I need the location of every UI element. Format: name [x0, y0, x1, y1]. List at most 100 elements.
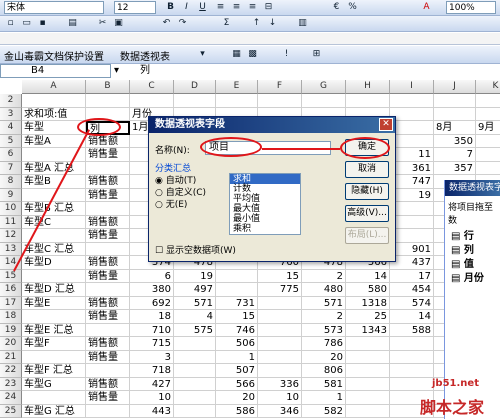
cell-i3[interactable] — [390, 107, 434, 121]
save-icon[interactable]: ▪ — [36, 17, 49, 30]
cell-f20[interactable] — [258, 337, 302, 351]
pivot-chart-icon[interactable]: ▦ — [230, 48, 243, 61]
cell-i7[interactable]: 361 — [390, 161, 434, 175]
cell-h18[interactable]: 25 — [346, 310, 390, 324]
cell-b8[interactable]: 销售额 — [86, 175, 130, 189]
row-header[interactable]: 22 — [0, 364, 22, 378]
cell-d22[interactable] — [174, 364, 216, 378]
sort-desc-icon[interactable]: ↓ — [266, 17, 279, 30]
column-header-f[interactable]: F — [258, 80, 302, 94]
function-option[interactable]: 最大值 — [230, 204, 300, 214]
cell-c25[interactable]: 443 — [130, 404, 174, 418]
cell-e21[interactable]: 1 — [216, 350, 258, 364]
radio-none[interactable]: ○ 无(E) — [155, 197, 187, 210]
cell-f21[interactable] — [258, 350, 302, 364]
cell-d23[interactable] — [174, 377, 216, 391]
field-item[interactable]: ▤ 值 — [445, 258, 500, 272]
cell-d21[interactable] — [174, 350, 216, 364]
cell-b16[interactable] — [86, 283, 130, 297]
column-header-g[interactable]: G — [302, 80, 346, 94]
cell-a24[interactable] — [22, 391, 86, 405]
row-header[interactable]: 7 — [0, 161, 22, 175]
cell-k5[interactable]: 35 — [476, 135, 500, 148]
cell-a10[interactable]: 车型B 汇总 — [22, 202, 86, 216]
cell-c15[interactable]: 6 — [130, 269, 174, 283]
align-center-icon[interactable]: ≡ — [230, 1, 243, 14]
cell-i12[interactable] — [390, 229, 434, 243]
cell-b6[interactable]: 销售量 — [86, 148, 130, 162]
cell-d24[interactable] — [174, 391, 216, 405]
row-header[interactable]: 8 — [0, 175, 22, 189]
cell-b18[interactable]: 销售量 — [86, 310, 130, 324]
advanced-button[interactable]: 高级(V)... — [345, 205, 389, 222]
cell-d17[interactable]: 571 — [174, 296, 216, 310]
column-header-b[interactable]: B — [86, 80, 130, 94]
cell-j2[interactable] — [434, 94, 476, 108]
row-header[interactable]: 24 — [0, 391, 22, 405]
cell-a8[interactable]: 车型B — [22, 175, 86, 189]
cell-a2[interactable] — [22, 94, 86, 108]
align-right-icon[interactable]: ≡ — [246, 1, 259, 14]
cell-i20[interactable] — [390, 337, 434, 351]
cell-k7[interactable]: 3 — [476, 162, 500, 175]
column-header-h[interactable]: H — [346, 80, 390, 94]
merge-center-icon[interactable]: ⊟ — [262, 1, 275, 14]
cell-i6[interactable]: 11 — [390, 148, 434, 162]
cell-h25[interactable] — [346, 404, 390, 418]
cell-k4[interactable]: 9月 — [476, 121, 500, 135]
paste-icon[interactable]: ▣ — [112, 17, 125, 30]
cell-b23[interactable]: 销售额 — [86, 377, 130, 391]
cut-icon[interactable]: ✂ — [96, 17, 109, 30]
column-header-c[interactable]: C — [130, 80, 174, 94]
cell-i2[interactable] — [390, 94, 434, 108]
field-settings-icon[interactable]: ⊞ — [310, 48, 323, 61]
cell-d18[interactable]: 4 — [174, 310, 216, 324]
function-list[interactable]: 求和 计数 平均值 最大值 最小值 乘积 — [229, 173, 301, 235]
cell-b5[interactable]: 销售额 — [86, 134, 130, 148]
cell-f17[interactable] — [258, 296, 302, 310]
cell-h15[interactable]: 14 — [346, 269, 390, 283]
column-header-d[interactable]: D — [174, 80, 216, 94]
cell-c20[interactable]: 715 — [130, 337, 174, 351]
cell-b19[interactable] — [86, 323, 130, 337]
cell-d19[interactable]: 575 — [174, 323, 216, 337]
cell-a16[interactable]: 车型D 汇总 — [22, 283, 86, 297]
cell-a7[interactable]: 车型A 汇总 — [22, 161, 86, 175]
column-header-i[interactable]: I — [390, 80, 434, 94]
cell-b9[interactable]: 销售量 — [86, 188, 130, 202]
cell-j3[interactable] — [434, 107, 476, 121]
row-header[interactable]: 15 — [0, 269, 22, 283]
cell-j4[interactable]: 8月 — [434, 121, 476, 135]
cell-i21[interactable] — [390, 350, 434, 364]
cell-b7[interactable] — [86, 161, 130, 175]
cell-b20[interactable]: 销售额 — [86, 337, 130, 351]
cell-g16[interactable]: 480 — [302, 283, 346, 297]
cell-j6[interactable]: 7 — [434, 148, 476, 162]
cell-c2[interactable] — [130, 94, 174, 108]
cell-g22[interactable]: 806 — [302, 364, 346, 378]
column-header-k[interactable]: K — [476, 80, 500, 94]
cell-h19[interactable]: 1343 — [346, 323, 390, 337]
cell-b14[interactable]: 销售额 — [86, 256, 130, 270]
cell-g2[interactable] — [302, 94, 346, 108]
format-report-icon[interactable]: ▩ — [246, 48, 259, 61]
cell-a15[interactable] — [22, 269, 86, 283]
cell-e25[interactable]: 586 — [216, 404, 258, 418]
cell-e19[interactable]: 746 — [216, 323, 258, 337]
cell-j5[interactable]: 350 — [434, 134, 476, 148]
field-item[interactable]: ▤ 月份 — [445, 272, 500, 286]
cell-f19[interactable] — [258, 323, 302, 337]
cell-a13[interactable]: 车型C 汇总 — [22, 242, 86, 256]
field-item[interactable]: ▤ 行 — [445, 230, 500, 244]
percent-icon[interactable]: % — [346, 1, 359, 14]
cell-i5[interactable] — [390, 134, 434, 148]
cell-h16[interactable]: 580 — [346, 283, 390, 297]
cell-c16[interactable]: 380 — [130, 283, 174, 297]
cell-f16[interactable]: 775 — [258, 283, 302, 297]
formula-value[interactable]: 列 — [140, 64, 150, 78]
new-icon[interactable]: ▫ — [4, 17, 17, 30]
cell-i23[interactable] — [390, 377, 434, 391]
cell-a23[interactable]: 车型G — [22, 377, 86, 391]
cell-g25[interactable]: 582 — [302, 404, 346, 418]
cell-e22[interactable]: 507 — [216, 364, 258, 378]
